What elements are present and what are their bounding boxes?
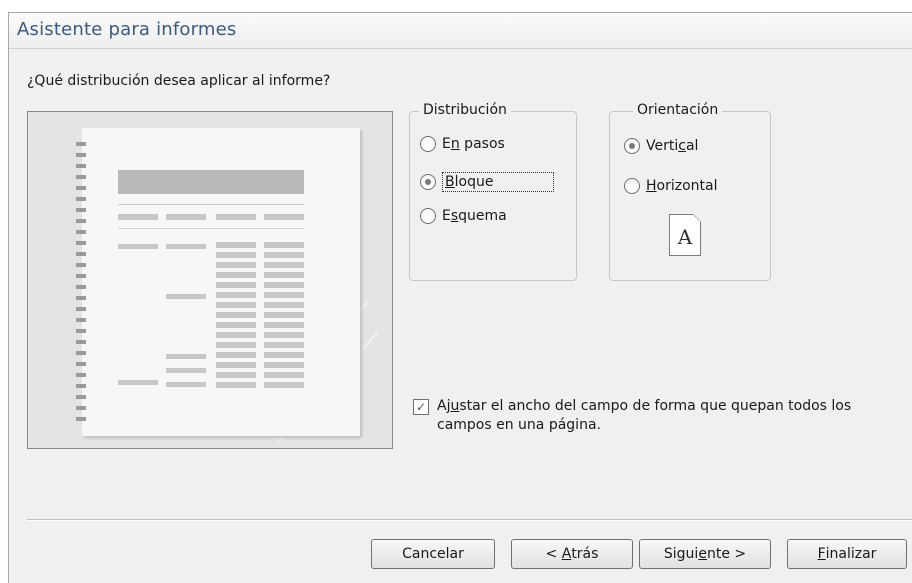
report-wizard-dialog: Asistente para informes ¿Qué distribució…: [8, 12, 912, 583]
spiral-binding: [76, 142, 86, 422]
fit-fields-checkbox-row[interactable]: ✓ Ajustar el ancho del campo de forma qu…: [413, 397, 903, 435]
radio-button[interactable]: [624, 178, 640, 194]
radio-label: En pasos: [442, 136, 505, 152]
layout-group-legend: Distribución: [419, 102, 511, 118]
cancel-button[interactable]: Cancelar: [371, 539, 495, 569]
header-bar: [118, 170, 304, 194]
radio-esquema[interactable]: Esquema: [420, 208, 507, 224]
data-column: [264, 242, 304, 390]
radio-vertical[interactable]: Vertical: [624, 138, 698, 154]
cell: [166, 382, 206, 387]
fit-fields-checkbox[interactable]: ✓: [413, 399, 429, 415]
report-page-thumbnail: [76, 128, 360, 436]
col-header: [118, 214, 158, 220]
portrait-page-icon: A: [669, 214, 701, 256]
col-header: [264, 214, 304, 220]
orientation-group-legend: Orientación: [633, 102, 723, 118]
radio-bloque[interactable]: Bloque: [420, 172, 555, 192]
col-header: [216, 214, 256, 220]
cell: [118, 380, 158, 385]
next-button[interactable]: Sigui e nte >: [639, 539, 771, 569]
radio-label: Bloque: [442, 172, 555, 192]
finish-button[interactable]: Finalizar: [787, 539, 907, 569]
rule-line: [118, 228, 304, 229]
window-title: Asistente para informes: [17, 19, 237, 40]
col-header: [166, 214, 206, 220]
radio-label: Horizontal: [646, 178, 718, 194]
cell: [118, 244, 158, 249]
cell: [166, 294, 206, 299]
layout-question: ¿Qué distribución desea aplicar al infor…: [27, 73, 331, 89]
orientation-group: Orientación Vertical Horizontal A: [609, 102, 771, 281]
cell: [166, 368, 206, 373]
data-column: [216, 242, 256, 390]
back-button[interactable]: < Atrás: [511, 539, 633, 569]
rule-line: [118, 204, 304, 205]
radio-label: Vertical: [646, 138, 699, 154]
radio-button-selected[interactable]: [420, 174, 436, 190]
radio-button[interactable]: [420, 136, 436, 152]
button-separator: [27, 519, 912, 521]
title-bar: Asistente para informes: [9, 13, 912, 49]
cell: [166, 244, 206, 249]
fit-fields-label: Ajustar el ancho del campo de forma que …: [437, 398, 852, 433]
cell: [166, 354, 206, 359]
layout-preview-image: [27, 111, 393, 449]
radio-button-selected[interactable]: [624, 138, 640, 154]
radio-horizontal[interactable]: Horizontal: [624, 178, 718, 194]
radio-button[interactable]: [420, 208, 436, 224]
radio-en-pasos[interactable]: En pasos: [420, 136, 505, 152]
layout-group: Distribución En pasos Bloque Esquema: [409, 102, 577, 281]
radio-label: Esquema: [442, 208, 507, 224]
